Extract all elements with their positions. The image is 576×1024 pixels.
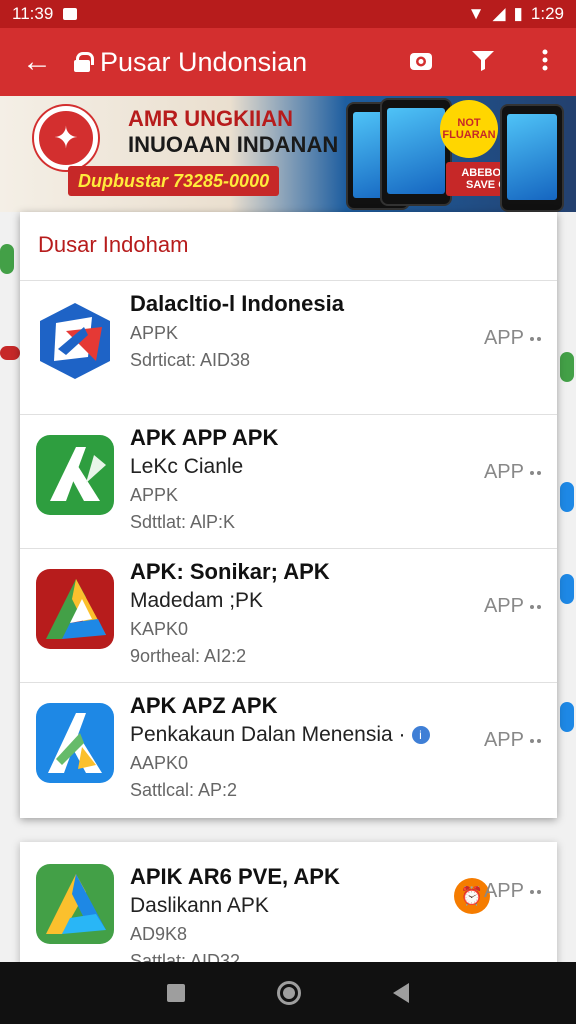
app-button-label: APP (483, 461, 524, 483)
background-fragment (560, 482, 574, 512)
app-button[interactable]: APP (484, 880, 541, 903)
more-dots-icon (530, 604, 541, 609)
app-subtitle-text: Penkakaun Dalan Menensia · (130, 723, 406, 746)
more-icon[interactable] (514, 47, 576, 78)
blue-hex-app-icon (36, 301, 114, 381)
more-dots-icon (530, 336, 541, 341)
blue-a-app-icon (36, 703, 114, 783)
app-button[interactable]: APP (484, 327, 541, 350)
recents-icon[interactable] (167, 984, 185, 1002)
banner-badge: NOT FLUARAN (440, 100, 498, 158)
app-title: APK: Sonikar; APK (130, 559, 330, 584)
app-button[interactable]: APP (484, 729, 541, 752)
back-arrow-icon[interactable]: ← (0, 45, 74, 79)
banner-promo: Dupbustar 73285-0000 (68, 166, 280, 196)
app-button-label: APP (483, 729, 524, 751)
wifi-icon: ▼ (467, 4, 485, 23)
home-icon[interactable] (277, 981, 301, 1005)
app-meta: 9ortheal: AI2:2 (130, 646, 247, 666)
camera-icon[interactable] (390, 47, 452, 78)
status-bar: 11:39 ▼ ◢ ▮ 1:29 (0, 0, 576, 28)
app-meta: Sattlcal: AP:2 (130, 780, 238, 800)
app-type: APPK (130, 485, 179, 505)
app-list-item[interactable]: APK APZ APK Penkakaun Dalan Menensia · i … (20, 682, 557, 816)
banner-subtitle: INUOAAN INDANAN (128, 132, 339, 157)
app-list-item[interactable]: APIK AR6 PVE, APK Daslikann APK AD9K8 Sa… (20, 842, 557, 982)
triangle-app-icon (36, 569, 114, 649)
app-button[interactable]: APP (484, 595, 541, 618)
app-title: APK APP APK (130, 425, 279, 450)
status-time-right: 1:29 (530, 4, 564, 23)
card-title: Dusar Indoham (38, 232, 189, 257)
lock-icon (74, 52, 94, 72)
notification-icon (63, 8, 78, 20)
app-button-label: APP (483, 595, 524, 617)
green-a-app-icon (36, 435, 114, 515)
app-type: KAPK0 (130, 619, 189, 639)
app-title: Dalacltio-l Indonesia (130, 291, 344, 316)
app-type: APPK (130, 323, 179, 343)
app-title: APIK AR6 PVE, APK (130, 864, 340, 889)
info-icon: i (411, 726, 430, 745)
background-app-icon (0, 244, 14, 274)
phone-image (380, 98, 452, 206)
phone-image (500, 104, 564, 212)
app-list-item[interactable]: Dalacltio-l Indonesia APPK Sdrticat: AID… (20, 280, 557, 414)
background-fragment (560, 574, 574, 604)
app-button[interactable]: APP (484, 461, 541, 484)
app-button-label: APP (483, 327, 524, 349)
back-icon[interactable] (393, 983, 409, 1003)
background-fragment (0, 346, 20, 360)
app-list-item[interactable]: APK: Sonikar; APK Madedam ;PK KAPK0 9ort… (20, 548, 557, 682)
app-subtitle: Madedam ;PK (130, 589, 264, 612)
app-type: AAPK0 (130, 753, 189, 773)
search-results-card: Dusar Indoham Dalacltio-l Indonesia APPK… (20, 212, 557, 818)
app-subtitle: LeKc Cianle (130, 455, 244, 478)
app-type: AD9K8 (130, 924, 188, 944)
banner-title: AMR UNGKIIAN (128, 106, 293, 131)
status-time: 11:39 (12, 4, 54, 23)
signal-icon: ◢ (492, 4, 506, 23)
battery-icon: ▮ (513, 4, 523, 23)
background-fragment (560, 702, 574, 732)
filter-icon[interactable] (452, 47, 514, 78)
app-button-label: APP (483, 880, 524, 902)
system-nav-bar (0, 962, 576, 1024)
more-dots-icon (530, 889, 541, 894)
app-title: APK APZ APK (130, 693, 278, 718)
green-triangle-app-icon (36, 864, 114, 944)
app-meta: Sdrticat: AID38 (130, 350, 251, 370)
more-dots-icon (530, 738, 541, 743)
app-meta: Sdttlat: AlP:K (130, 512, 236, 532)
more-dots-icon (530, 470, 541, 475)
brand-logo-icon: ✦ (34, 106, 98, 170)
page-title: Pusar Undonsian (100, 46, 308, 77)
background-fragment (560, 352, 574, 382)
app-list-item[interactable]: APK APP APK LeKc Cianle APPK Sdttlat: Al… (20, 414, 557, 548)
app-bar: ← Pusar Undonsian (0, 28, 576, 96)
app-subtitle: Daslikann APK (130, 894, 269, 917)
promo-banner[interactable]: ✦ AMR UNGKIIAN INUOAAN INDANAN Dupbustar… (0, 96, 576, 212)
app-subtitle: Penkakaun Dalan Menensia · i (130, 723, 467, 747)
